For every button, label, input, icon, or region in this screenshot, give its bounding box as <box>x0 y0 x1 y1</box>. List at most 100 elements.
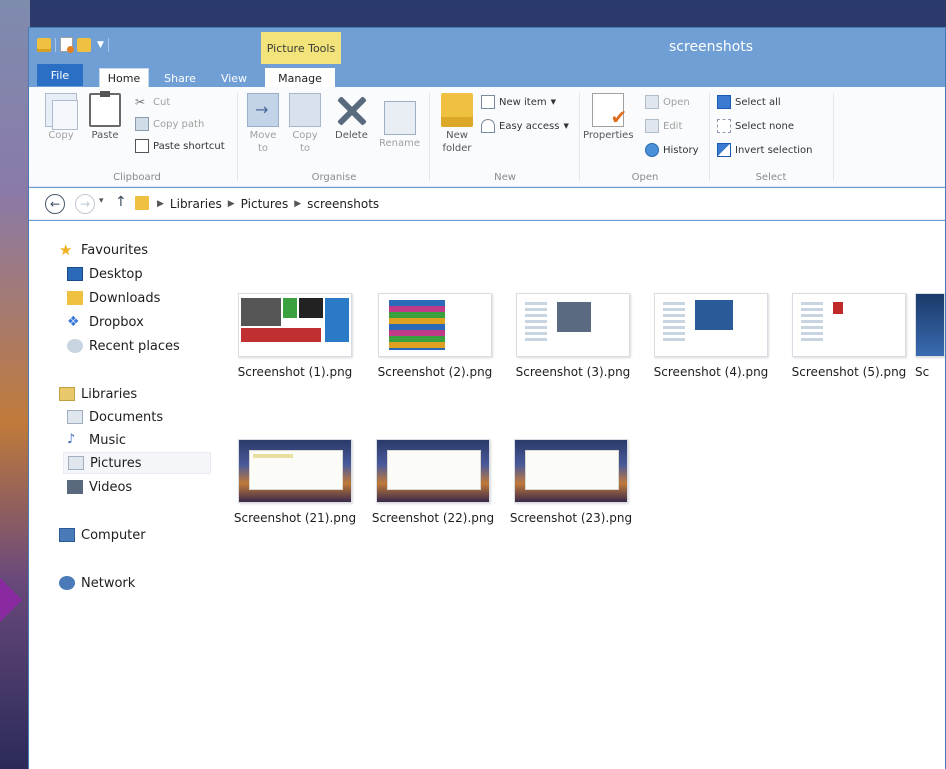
nav-item-computer[interactable]: Computer <box>59 524 146 546</box>
select-all-button[interactable]: Select all <box>717 95 781 109</box>
ribbon-divider <box>833 93 834 181</box>
desktop-arrow-decoration <box>0 578 22 622</box>
rename-icon <box>383 101 416 135</box>
properties-icon[interactable] <box>60 37 74 53</box>
select-none-label: Select none <box>735 120 794 132</box>
chevron-down-icon[interactable]: ▼ <box>97 40 104 50</box>
nav-item-favourites[interactable]: ★ Favourites <box>59 239 148 261</box>
new-item-button[interactable]: New item ▼ <box>481 95 556 109</box>
nav-item-recent-places[interactable]: Recent places <box>67 335 180 357</box>
new-group: New folder New item ▼ Easy access ▼ New <box>431 87 579 187</box>
paste-shortcut-button[interactable]: Paste shortcut <box>135 139 225 153</box>
edit-button[interactable]: Edit <box>645 119 682 133</box>
nav-item-music[interactable]: ♪ Music <box>67 429 126 451</box>
videos-icon <box>67 480 83 494</box>
ribbon: Copy Paste ✂ Cut Copy path Paste shortcu… <box>29 87 945 187</box>
breadcrumb-pictures[interactable]: Pictures <box>241 197 289 211</box>
file-item[interactable]: Screenshot (1).png <box>227 293 363 379</box>
delete-x-icon <box>335 93 367 127</box>
chevron-right-icon[interactable]: ▶ <box>157 197 164 211</box>
paste-button[interactable]: Paste <box>89 91 121 143</box>
nav-item-downloads[interactable]: Downloads <box>67 287 160 309</box>
nav-item-dropbox[interactable]: ❖ Dropbox <box>67 311 144 333</box>
chevron-right-icon[interactable]: ▶ <box>228 197 235 211</box>
file-item[interactable]: Screenshot (3).png <box>505 293 641 379</box>
move-to-button[interactable]: Move to <box>245 93 281 155</box>
copy-icon <box>45 93 78 130</box>
file-item[interactable]: Screenshot (22).png <box>365 439 501 525</box>
nav-item-videos[interactable]: Videos <box>67 476 132 498</box>
file-item[interactable]: Sc <box>915 293 945 379</box>
history-button[interactable]: History <box>645 143 699 157</box>
file-name: Screenshot (2).png <box>377 365 493 379</box>
file-item[interactable]: Screenshot (2).png <box>367 293 503 379</box>
easy-access-button[interactable]: Easy access ▼ <box>481 119 569 133</box>
pictures-icon <box>68 456 84 470</box>
select-all-label: Select all <box>735 96 781 108</box>
new-folder-button[interactable]: New folder <box>437 93 477 155</box>
file-item[interactable]: Screenshot (21).png <box>227 439 363 525</box>
forward-arrow-icon[interactable]: → <box>75 194 95 214</box>
chevron-down-icon: ▼ <box>550 98 556 106</box>
history-icon <box>645 143 659 157</box>
nav-item-libraries[interactable]: Libraries <box>59 383 137 405</box>
delete-button[interactable]: Delete <box>335 93 368 143</box>
file-name: Screenshot (4).png <box>653 365 769 379</box>
delete-label: Delete <box>335 130 368 141</box>
star-icon: ★ <box>59 241 73 259</box>
thumbnail <box>378 293 492 357</box>
quick-access-toolbar: ▼ <box>37 37 109 53</box>
nav-label: Libraries <box>81 386 138 402</box>
ribbon-divider <box>237 93 238 181</box>
ribbon-divider <box>709 93 710 181</box>
cut-label: Cut <box>153 96 171 108</box>
dropbox-icon: ❖ <box>67 314 80 330</box>
select-group: Select all Select none Invert selection … <box>711 87 831 187</box>
organise-group: Move to Copy to Delete Rename Organise <box>239 87 429 187</box>
nav-item-documents[interactable]: Documents <box>67 406 163 428</box>
file-item[interactable]: Screenshot (4).png <box>643 293 779 379</box>
thumbnail <box>376 439 490 503</box>
select-none-icon <box>717 119 731 133</box>
nav-label: Favourites <box>81 242 148 258</box>
breadcrumb: ▶ Libraries ▶ Pictures ▶ screenshots <box>157 197 379 211</box>
file-item[interactable]: Screenshot (5).png <box>781 293 917 379</box>
tab-manage[interactable]: Manage <box>265 68 335 88</box>
easy-access-icon <box>481 119 495 133</box>
tab-file[interactable]: File <box>37 64 83 86</box>
back-arrow-icon[interactable]: ← <box>45 194 65 214</box>
properties-button[interactable]: Properties <box>583 93 634 143</box>
nav-label: Recent places <box>89 338 180 354</box>
open-button[interactable]: Open <box>645 95 690 109</box>
new-group-label: New <box>494 172 516 183</box>
tab-view[interactable]: View <box>209 68 259 88</box>
copy-to-button[interactable]: Copy to <box>287 93 323 155</box>
up-arrow-icon[interactable]: ↑ <box>115 194 127 210</box>
copy-path-label: Copy path <box>153 118 205 130</box>
tab-share[interactable]: Share <box>155 68 205 88</box>
nav-item-pictures[interactable]: Pictures <box>63 452 211 474</box>
title-bar: ▼ Picture Tools screenshots <box>29 28 945 64</box>
nav-item-desktop[interactable]: Desktop <box>67 263 143 285</box>
chevron-right-icon[interactable]: ▶ <box>294 197 301 211</box>
copy-button[interactable]: Copy <box>45 93 78 143</box>
rename-label: Rename <box>379 138 421 149</box>
invert-selection-button[interactable]: Invert selection <box>717 143 813 157</box>
file-item[interactable]: Screenshot (23).png <box>503 439 639 525</box>
new-folder-icon[interactable] <box>77 37 91 52</box>
breadcrumb-screenshots[interactable]: screenshots <box>307 197 379 211</box>
cut-button[interactable]: ✂ Cut <box>135 95 170 109</box>
toolbar-divider <box>55 37 56 52</box>
rename-button[interactable]: Rename <box>379 93 420 151</box>
desktop-background <box>0 0 30 769</box>
breadcrumb-libraries[interactable]: Libraries <box>170 197 222 211</box>
nav-label: Downloads <box>89 290 161 306</box>
open-group: Properties Open Edit History Open <box>581 87 709 187</box>
tab-home[interactable]: Home <box>99 68 149 88</box>
file-name: Screenshot (3).png <box>515 365 631 379</box>
recent-locations-chevron-icon[interactable]: ▾ <box>99 196 104 206</box>
copy-path-button[interactable]: Copy path <box>135 117 204 131</box>
nav-item-network[interactable]: Network <box>59 572 135 594</box>
select-none-button[interactable]: Select none <box>717 119 794 133</box>
ribbon-tabs: File Home Share View Manage <box>29 64 945 88</box>
